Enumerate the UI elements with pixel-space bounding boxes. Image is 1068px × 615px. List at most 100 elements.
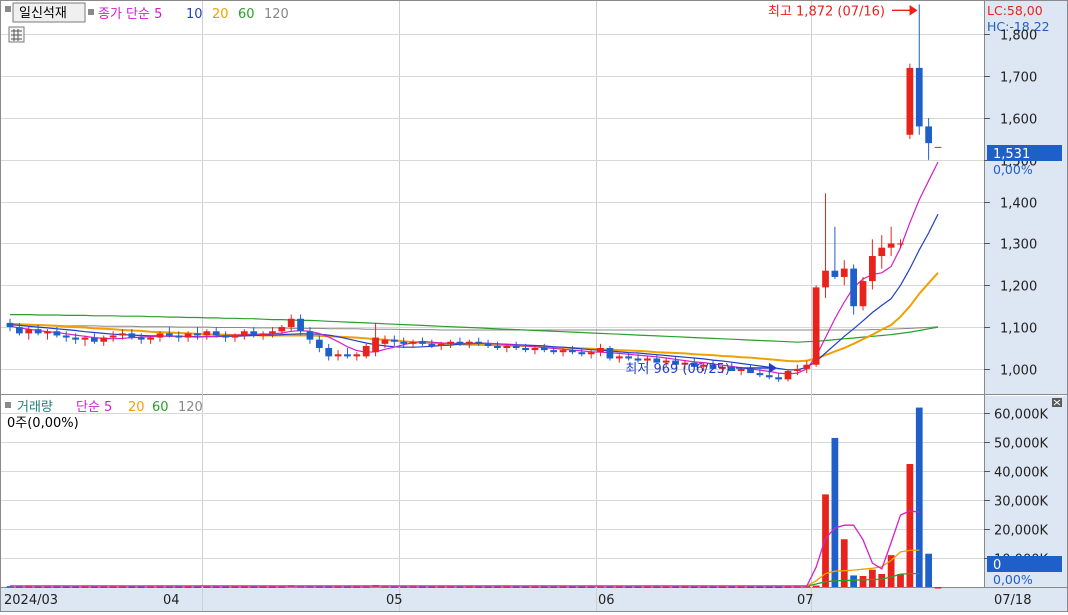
last-price-label: 1,531 — [993, 147, 1030, 162]
volume-legend-ma5[interactable]: 단순 5 — [76, 400, 112, 415]
candle-body — [353, 354, 361, 357]
volume-bar — [709, 586, 717, 588]
volume-legend-ma60[interactable]: 60 — [152, 400, 169, 415]
legend-bullet — [88, 9, 94, 15]
candle-body — [522, 348, 529, 351]
candle-body — [869, 256, 876, 282]
price-tick-label: 1,400 — [1000, 197, 1037, 212]
volume-tick-label: 40,000K — [994, 466, 1048, 481]
date-tick-label: 06 — [598, 593, 615, 608]
candle-body — [184, 333, 192, 338]
candle-body — [306, 331, 314, 340]
candle-body — [494, 345, 501, 349]
candle-body — [484, 343, 492, 346]
candle-body — [100, 337, 108, 342]
low-annotation-label: 최저 969 (06/25) — [625, 362, 730, 377]
candle-body — [512, 345, 520, 349]
candle-body — [569, 350, 576, 353]
candle-body — [840, 268, 848, 277]
last-change-label: 0,00% — [993, 162, 1033, 177]
price-tick-label: 1,600 — [1000, 113, 1037, 128]
volume-bar — [728, 586, 736, 588]
volume-bar — [765, 586, 773, 589]
legend-ma5[interactable]: 종가 단순 5 — [98, 7, 162, 22]
date-tick-label: 07/18 — [994, 593, 1031, 608]
volume-tick-label: 20,000K — [994, 524, 1048, 539]
candle-body — [128, 333, 136, 338]
candle-body — [194, 333, 201, 336]
price-tick-label: 1,800 — [1000, 29, 1037, 44]
table-grid-glyph — [11, 29, 22, 41]
price-tick-label: 1,300 — [1000, 238, 1037, 253]
candle-body — [737, 368, 745, 372]
candle-body — [90, 337, 98, 342]
legend-bullet — [5, 402, 11, 408]
price-tick-label: 1,700 — [1000, 71, 1037, 86]
legend-ma10[interactable]: 10 — [186, 7, 203, 22]
lc-label: LC:58,00 — [987, 3, 1043, 18]
volume-legend-ma120[interactable]: 120 — [178, 400, 203, 415]
candle-body — [634, 358, 642, 361]
candle-body — [587, 352, 595, 355]
volume-bar — [859, 576, 867, 587]
legend-ma120[interactable]: 120 — [264, 7, 289, 22]
candle-body — [803, 364, 811, 369]
legend-ma60[interactable]: 60 — [238, 7, 255, 22]
candle-body — [934, 146, 942, 148]
candle-body — [906, 67, 914, 135]
candle-body — [550, 350, 558, 353]
candle-body — [269, 331, 276, 334]
candle-body — [887, 243, 895, 248]
candle-body — [409, 341, 417, 344]
volume-bar — [690, 586, 698, 588]
candle-body — [62, 335, 70, 338]
last-volume-label: 0 — [993, 558, 1001, 573]
candle-body — [109, 335, 117, 338]
volume-legend-title[interactable]: 거래량 — [17, 400, 53, 415]
candle-body — [53, 331, 61, 336]
candle-body — [784, 371, 792, 380]
candle-body — [334, 354, 342, 357]
candle-body — [465, 341, 473, 344]
candle-body — [147, 337, 154, 340]
candle-body — [850, 268, 858, 307]
candle-body — [775, 377, 783, 380]
candle-body — [212, 331, 220, 336]
candle-body — [137, 337, 145, 340]
date-tick-label: 07 — [797, 593, 814, 608]
candle-body — [822, 270, 829, 288]
candle-body — [175, 335, 183, 338]
candle-body — [897, 243, 904, 245]
volume-bar — [756, 586, 764, 588]
volume-bar — [906, 464, 914, 587]
candle-body — [503, 345, 511, 349]
legend-ma20[interactable]: 20 — [212, 7, 229, 22]
candle-body — [419, 341, 426, 344]
candle-body — [747, 368, 754, 374]
candle-body — [362, 345, 370, 357]
high-annotation-label: 최고 1,872 (07/16) — [768, 4, 885, 19]
volume-tick-label: 60,000K — [994, 408, 1048, 423]
candle-body — [475, 341, 483, 344]
volume-bar — [831, 437, 839, 587]
volume-legend-ma20[interactable]: 20 — [128, 400, 145, 415]
candle-body — [597, 348, 604, 353]
stock-chart: 일신석재 종가 단순 5 10 20 60 120 LC:58,00 HC:-1… — [0, 0, 1068, 612]
candle-body — [287, 318, 295, 328]
candle-body — [34, 329, 42, 334]
volume-bar — [850, 575, 858, 587]
volume-tick-label: 50,000K — [994, 437, 1048, 452]
candle-body — [372, 337, 379, 353]
candle-body — [259, 333, 267, 336]
candle-body — [859, 281, 867, 307]
candle-body — [437, 343, 445, 346]
candle-body — [831, 270, 839, 277]
volume-bar — [915, 407, 923, 587]
candle-body — [381, 339, 389, 344]
legend-bullet — [5, 6, 11, 12]
volume-bar — [925, 553, 933, 587]
price-tick-label: 1,100 — [1000, 322, 1037, 337]
candle-body — [203, 331, 211, 336]
candle-body — [625, 356, 633, 359]
candle-body — [531, 348, 539, 351]
